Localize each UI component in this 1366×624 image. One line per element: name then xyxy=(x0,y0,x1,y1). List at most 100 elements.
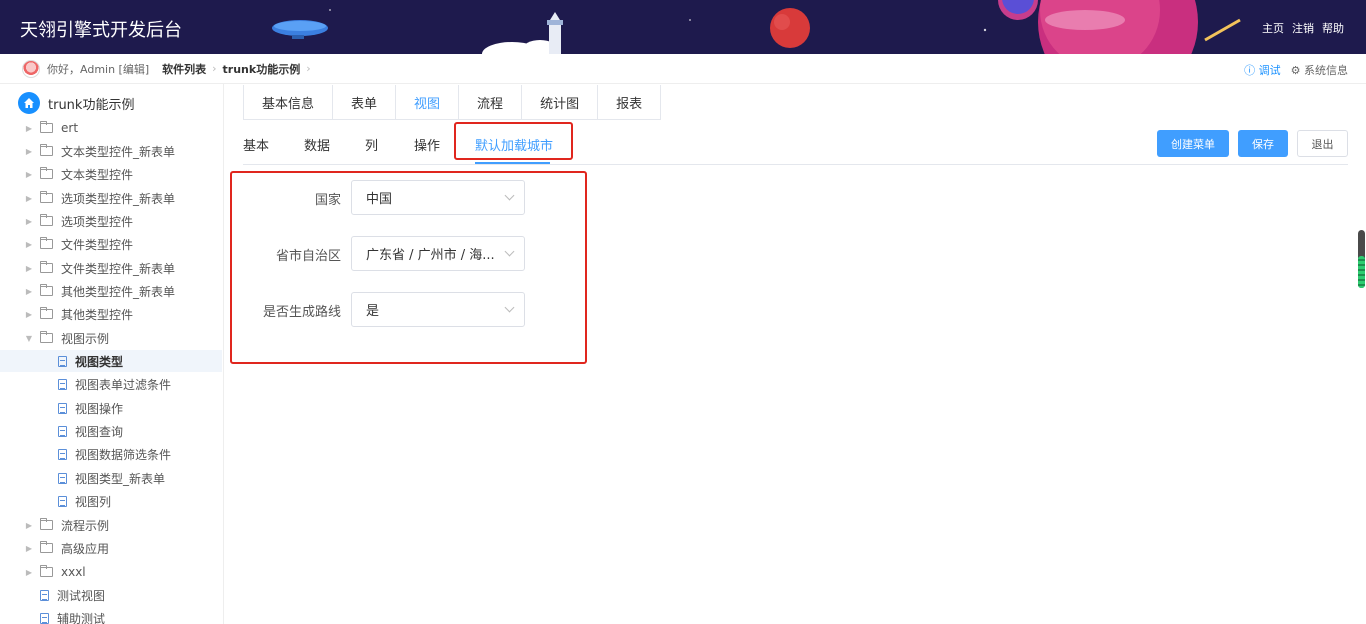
tree-item[interactable]: ▶ ert xyxy=(0,117,222,139)
tree-root[interactable]: trunk功能示例 xyxy=(18,92,134,114)
caret-right-icon[interactable]: ▶ xyxy=(24,240,34,249)
route-label: 是否生成路线 xyxy=(262,305,341,320)
tab-form[interactable]: 表单 xyxy=(333,85,397,119)
folder-icon xyxy=(40,167,53,179)
subtab-basic[interactable]: 基本 xyxy=(243,135,269,154)
home-link[interactable]: 主页 xyxy=(1262,20,1284,36)
info-icon: ⓘ xyxy=(1244,64,1259,77)
tree-item[interactable]: ▶ 文本类型控件 xyxy=(0,163,222,185)
page-scrollbar[interactable] xyxy=(1356,230,1366,300)
tab-flow[interactable]: 流程 xyxy=(459,85,523,119)
document-icon xyxy=(58,495,67,507)
create-menu-button[interactable]: 创建菜单 xyxy=(1157,130,1229,157)
tree-item[interactable]: 视图操作 xyxy=(0,397,222,419)
save-button[interactable]: 保存 xyxy=(1238,130,1288,157)
active-tab-indicator xyxy=(475,162,550,164)
subtab-columns[interactable]: 列 xyxy=(365,135,378,154)
document-icon xyxy=(58,472,67,484)
sidebar-tree: trunk功能示例 ▶ ert ▶ 文本类型控件_新表单 ▶ 文本类型控件 ▶ 选项类型控件_… xyxy=(0,84,224,624)
subtab-data[interactable]: 数据 xyxy=(304,135,330,154)
tree-item[interactable]: ▶ 文本类型控件_新表单 xyxy=(0,140,222,162)
tree-item[interactable]: ▶ 选项类型控件 xyxy=(0,210,222,232)
folder-icon xyxy=(40,237,53,249)
caret-right-icon[interactable]: ▶ xyxy=(24,170,34,179)
gear-icon: ⚙ xyxy=(1290,64,1304,77)
tree-item[interactable]: 视图类型_新表单 xyxy=(0,467,222,489)
caret-right-icon[interactable]: ▶ xyxy=(24,521,34,530)
tree-item-label: 视图类型 xyxy=(75,354,124,369)
header-nav: 主页 注销 帮助 xyxy=(1262,20,1344,36)
document-icon xyxy=(40,612,49,624)
tree-item-label: 视图类型_新表单 xyxy=(75,471,166,486)
tree-item[interactable]: ▶ xxxl xyxy=(0,561,222,583)
tab-basic-info[interactable]: 基本信息 xyxy=(244,85,334,119)
home-icon xyxy=(18,92,40,114)
caret-right-icon[interactable]: ▶ xyxy=(24,194,34,203)
user-greeting[interactable]: 你好，Admin [编辑] xyxy=(47,61,149,77)
crumb-actions: ⓘ 调试 ⚙ 系统信息 xyxy=(1244,62,1348,78)
debug-link[interactable]: ⓘ 调试 xyxy=(1244,62,1281,78)
tree-item-label: xxxl xyxy=(61,565,86,579)
tree-item[interactable]: ▶ 高级应用 xyxy=(0,537,222,559)
top-header: 天翎引擎式开发后台 主页 注销 帮助 xyxy=(0,0,1366,54)
tab-report[interactable]: 报表 xyxy=(598,85,660,119)
breadcrumb-software-list[interactable]: 软件列表 xyxy=(162,61,206,77)
tree-item[interactable]: 视图列 xyxy=(0,490,222,512)
chevron-down-icon xyxy=(504,246,515,257)
tree-item-label: 其他类型控件 xyxy=(61,307,134,322)
caret-right-icon[interactable]: ▶ xyxy=(24,264,34,273)
tree-item[interactable]: 视图查询 xyxy=(0,420,222,442)
tree-item-label: 文本类型控件 xyxy=(61,167,134,182)
highlight-box-tab xyxy=(454,122,573,160)
tab-view[interactable]: 视图 xyxy=(396,85,460,119)
tree-item[interactable]: 视图表单过滤条件 xyxy=(0,373,222,395)
logout-link[interactable]: 注销 xyxy=(1292,20,1314,36)
help-link[interactable]: 帮助 xyxy=(1322,20,1344,36)
subtab-actions[interactable]: 操作 xyxy=(414,135,440,154)
folder-icon xyxy=(40,307,53,319)
folder-icon xyxy=(40,541,53,553)
tree-item[interactable]: 测试视图 xyxy=(0,584,222,606)
tree-item[interactable]: ▶ 其他类型控件_新表单 xyxy=(0,280,222,302)
document-icon xyxy=(58,425,67,437)
tree-item-label: 其他类型控件_新表单 xyxy=(61,284,176,299)
tab-chart[interactable]: 统计图 xyxy=(522,85,599,119)
chevron-down-icon xyxy=(504,190,515,201)
caret-right-icon[interactable]: ▶ xyxy=(24,217,34,226)
tree-item-label: 视图查询 xyxy=(75,424,124,439)
tree-item[interactable]: ▼ 视图示例 xyxy=(0,327,222,349)
tree-item[interactable]: ▶ 文件类型控件 xyxy=(0,233,222,255)
caret-right-icon[interactable]: ▶ xyxy=(24,544,34,553)
tree-item-label: 选项类型控件_新表单 xyxy=(61,191,176,206)
tree-item[interactable]: 辅助测试 xyxy=(0,607,222,624)
folder-icon xyxy=(40,144,53,156)
tree-item[interactable]: 视图类型 xyxy=(0,350,222,372)
province-cascader[interactable]: 广东省 / 广州市 / 海... xyxy=(351,236,525,271)
country-select[interactable]: 中国 xyxy=(351,180,525,215)
caret-right-icon[interactable]: ▶ xyxy=(24,147,34,156)
tree-item[interactable]: ▶ 流程示例 xyxy=(0,514,222,536)
caret-right-icon[interactable]: ▶ xyxy=(24,310,34,319)
caret-right-icon[interactable]: ▶ xyxy=(24,568,34,577)
tree-item-label: 视图数据筛选条件 xyxy=(75,447,172,462)
caret-down-icon[interactable]: ▼ xyxy=(24,334,34,343)
tree-item-label: ert xyxy=(61,121,79,135)
top-tabs: 基本信息 表单 视图 流程 统计图 报表 xyxy=(243,85,662,120)
tree-item[interactable]: ▶ 其他类型控件 xyxy=(0,303,222,325)
avatar xyxy=(22,59,40,78)
tree-item[interactable]: ▶ 文件类型控件_新表单 xyxy=(0,257,222,279)
system-info-link[interactable]: ⚙ 系统信息 xyxy=(1291,62,1348,78)
document-icon xyxy=(58,448,67,460)
tree-item-label: 文本类型控件_新表单 xyxy=(61,144,176,159)
tree-item-label: 视图操作 xyxy=(75,401,124,416)
exit-button[interactable]: 退出 xyxy=(1297,130,1348,157)
caret-right-icon[interactable]: ▶ xyxy=(24,287,34,296)
folder-icon xyxy=(40,121,53,133)
country-label: 国家 xyxy=(314,193,341,208)
breadcrumb-trunk[interactable]: trunk功能示例 xyxy=(223,61,301,77)
caret-right-icon[interactable]: ▶ xyxy=(24,124,34,133)
app-title: 天翎引擎式开发后台 xyxy=(20,20,182,41)
tree-item[interactable]: 视图数据筛选条件 xyxy=(0,443,222,465)
tree-item[interactable]: ▶ 选项类型控件_新表单 xyxy=(0,187,222,209)
route-select[interactable]: 是 xyxy=(351,292,525,327)
